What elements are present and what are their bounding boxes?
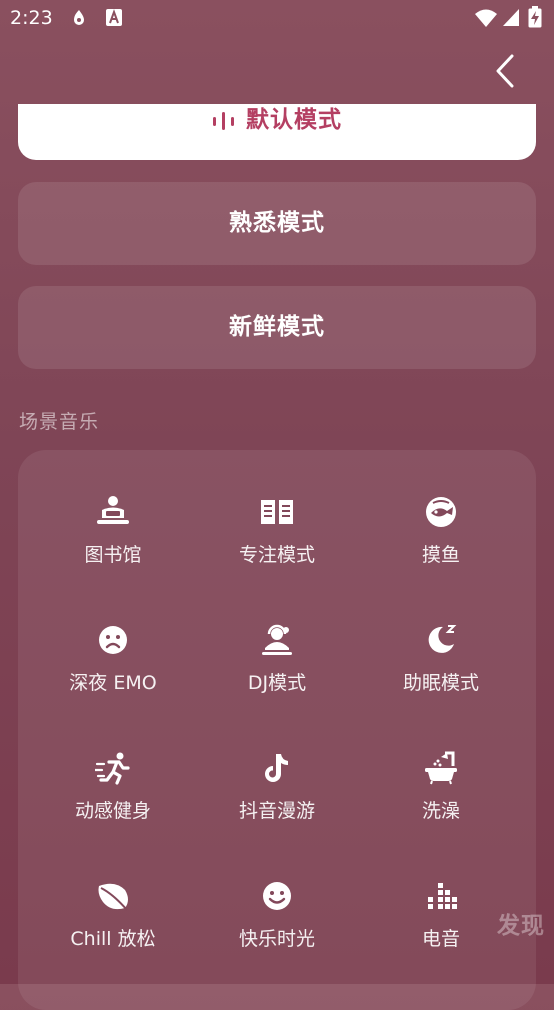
scene-item-workout[interactable]: 动感健身 (27, 750, 199, 878)
mode-label-fresh: 新鲜模式 (229, 314, 325, 340)
sleep-moon-icon (428, 625, 457, 653)
scene-label: 摸鱼 (421, 544, 460, 566)
back-button[interactable] (488, 52, 524, 90)
chevron-left-icon (496, 54, 514, 88)
scene-label: Chill 放松 (70, 928, 156, 950)
running-person-icon (95, 752, 130, 785)
app-notification-icon (74, 10, 84, 25)
scene-item-electronic[interactable]: 电音 (355, 878, 527, 1006)
scene-item-library[interactable]: 图书馆 (27, 494, 199, 622)
mode-label-default: 默认模式 (246, 107, 342, 133)
scene-label: 助眠模式 (402, 672, 479, 694)
scene-item-douyin-roam[interactable]: 抖音漫游 (191, 750, 363, 878)
scene-label: 洗澡 (421, 800, 460, 822)
scene-label: 专注模式 (238, 544, 315, 566)
scene-label: DJ模式 (247, 672, 307, 694)
scene-label: 图书馆 (84, 544, 142, 566)
mode-label-familiar: 熟悉模式 (229, 210, 325, 236)
happy-face-icon (263, 882, 291, 910)
keyboard-a-icon (106, 9, 122, 26)
scene-item-shower[interactable]: 洗澡 (355, 750, 527, 878)
mode-card-fresh[interactable]: 新鲜模式 (18, 286, 536, 369)
sound-wave-icon (213, 111, 234, 130)
sad-face-icon (99, 626, 127, 654)
scene-label: 抖音漫游 (238, 800, 315, 822)
scene-item-happy-time[interactable]: 快乐时光 (191, 878, 363, 1006)
scene-item-late-night-emo[interactable]: 深夜 EMO (27, 622, 199, 750)
scene-item-slacking[interactable]: 摸鱼 (355, 494, 527, 622)
status-bar: 2:23 (0, 0, 554, 38)
scene-item-focus[interactable]: 专注模式 (191, 494, 363, 622)
bathtub-icon (425, 751, 457, 785)
library-reader-icon (97, 496, 129, 524)
discover-tab[interactable]: 发现 (497, 906, 545, 940)
scene-label: 深夜 EMO (69, 672, 157, 694)
wifi-icon (475, 9, 497, 27)
signal-icon (503, 9, 519, 26)
equalizer-icon (428, 883, 457, 909)
scene-label: 动感健身 (74, 800, 151, 822)
open-book-icon (261, 500, 293, 524)
status-time: 2:23 (10, 7, 53, 29)
scene-item-sleep[interactable]: 助眠模式 (355, 622, 527, 750)
leaf-icon (98, 883, 128, 911)
fish-face-icon (426, 497, 456, 527)
tiktok-note-icon (265, 754, 288, 782)
mode-card-familiar[interactable]: 熟悉模式 (18, 182, 536, 265)
section-title-scenes: 场景音乐 (19, 411, 100, 433)
scene-item-chill[interactable]: Chill 放松 (27, 878, 199, 1006)
scene-label: 快乐时光 (238, 928, 315, 950)
battery-charging-icon (528, 6, 542, 28)
mode-card-default[interactable]: 默认模式 (18, 104, 536, 160)
scene-item-dj[interactable]: DJ模式 (191, 622, 363, 750)
dj-headphones-icon (262, 624, 292, 655)
